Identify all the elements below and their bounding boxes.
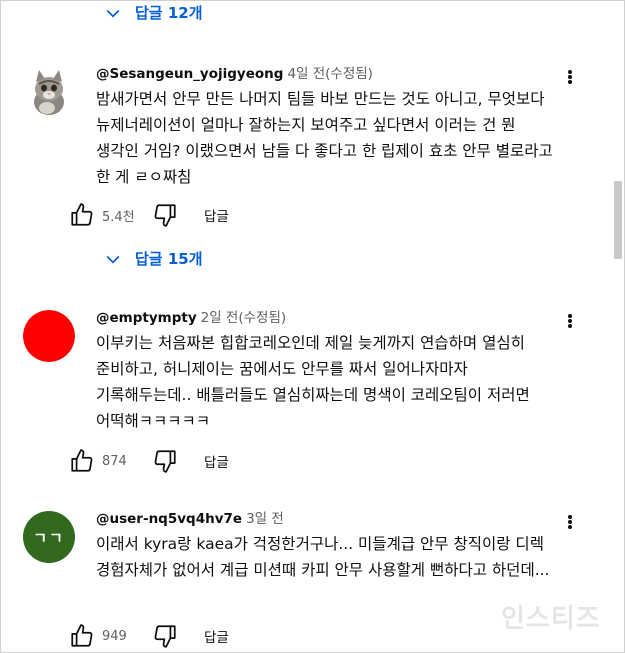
avatar-fill <box>23 310 75 362</box>
like-count: 5.4천 <box>102 209 135 225</box>
reply-button[interactable]: 답글 <box>204 626 229 646</box>
more-actions-button[interactable] <box>563 310 577 332</box>
show-replies-button[interactable]: 답글 15개 <box>103 248 203 269</box>
like-count: 874 <box>102 453 127 469</box>
chevron-down-icon <box>106 9 120 18</box>
comment-text: 밤새가면서 안무 만든 나머지 팀들 바보 만드는 것도 아니고, 무엇보다 뉴… <box>96 90 553 186</box>
comments-panel: 답글 12개 @Sesangeun_yojigyeong 4일 전(수정됨) 밤새… <box>0 0 625 653</box>
dislike-icon[interactable] <box>152 623 178 649</box>
chevron-down-icon <box>106 255 120 264</box>
comment-header: @user-nq5vq4hv7e 3일 전 <box>96 507 284 527</box>
scrollbar-thumb[interactable] <box>614 181 622 259</box>
comment-header: @emptympty 2일 전(수정됨) <box>96 306 286 326</box>
comment-text: 이부키는 처음짜본 힙합코레오인데 제일 늦게까지 연습하며 열심히 준비하고,… <box>96 334 530 430</box>
kitten-avatar-image <box>23 66 75 118</box>
reply-button[interactable]: 답글 <box>204 205 229 225</box>
watermark: 인스티즈 <box>501 604 601 634</box>
avatar[interactable] <box>23 66 75 118</box>
comment-time[interactable]: 4일 전(수정됨) <box>287 66 373 82</box>
reply-button[interactable]: 답글 <box>204 451 229 471</box>
like-icon[interactable] <box>69 623 95 649</box>
comment-action-bar: 5.4천 답글 <box>69 202 229 228</box>
author-name[interactable]: @emptympty <box>96 310 197 326</box>
dislike-icon[interactable] <box>152 202 178 228</box>
like-icon[interactable] <box>69 448 95 474</box>
show-replies-label: 답글 15개 <box>135 250 203 268</box>
comment-text: 이래서 kyra랑 kaea가 걱정한거구나... 미들계급 안무 창직이랑 디… <box>96 535 550 579</box>
show-replies-button[interactable]: 답글 12개 <box>103 2 203 23</box>
avatar[interactable] <box>23 310 75 362</box>
dislike-icon[interactable] <box>152 448 178 474</box>
more-actions-button[interactable] <box>563 511 577 533</box>
comment-action-bar: 874 답글 <box>69 448 229 474</box>
author-name[interactable]: @user-nq5vq4hv7e <box>96 511 242 527</box>
comment-action-bar: 949 답글 <box>69 623 229 649</box>
red-circle-avatar <box>23 310 75 362</box>
avatar-letter: ㄱㄱ <box>33 528 65 547</box>
comment-header: @Sesangeun_yojigyeong 4일 전(수정됨) <box>96 62 373 82</box>
more-actions-button[interactable] <box>563 66 577 88</box>
avatar[interactable]: ㄱㄱ <box>23 511 75 563</box>
show-replies-label: 답글 12개 <box>135 4 203 22</box>
author-name[interactable]: @Sesangeun_yojigyeong <box>96 66 283 82</box>
like-count: 949 <box>102 628 127 644</box>
comment-time[interactable]: 3일 전 <box>246 511 284 527</box>
comment-time[interactable]: 2일 전(수정됨) <box>201 310 287 326</box>
like-icon[interactable] <box>69 202 95 228</box>
